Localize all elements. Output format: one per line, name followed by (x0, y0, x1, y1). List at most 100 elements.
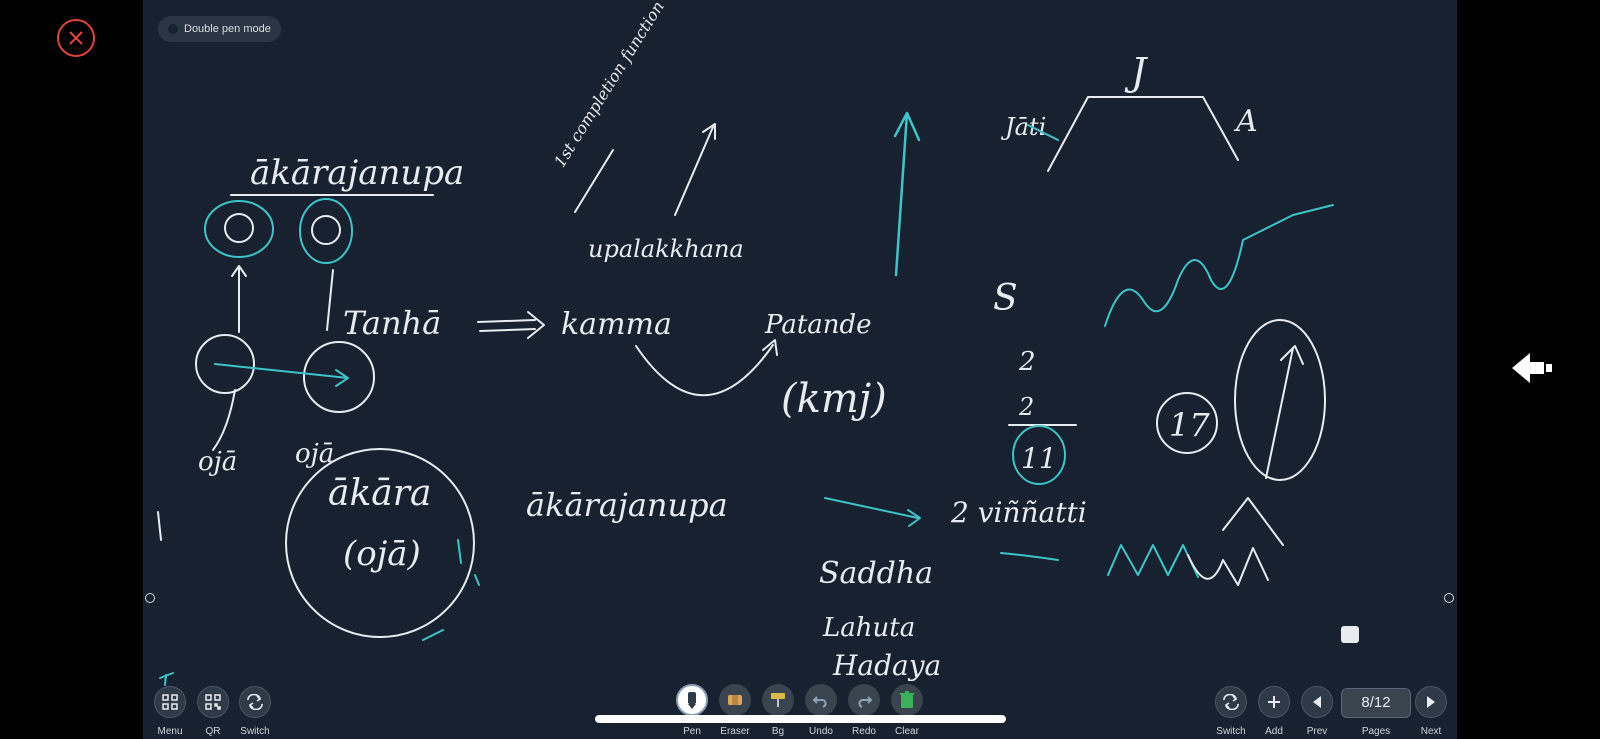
pen-icon (688, 692, 696, 709)
cyan-circle-left (204, 200, 274, 258)
redo-icon (858, 696, 873, 708)
note-kmj: (kmj) (781, 376, 887, 422)
qr-code-icon (205, 694, 221, 710)
arrow-up-right (326, 269, 334, 331)
note-akara: ākāra (328, 473, 431, 514)
bg-label: Bg (771, 726, 785, 737)
add-label: Add (1265, 726, 1283, 737)
next-triangle-icon (1427, 696, 1435, 708)
undo-tool[interactable] (805, 684, 837, 716)
pen-tool[interactable] (676, 684, 708, 716)
oval-arrow (1265, 345, 1304, 479)
cyan-zigzag (1107, 544, 1199, 578)
pages-label: Pages (1361, 726, 1391, 737)
cyan-circle-right (299, 198, 353, 264)
square-marker (1341, 626, 1359, 643)
switch-arrows-icon (247, 694, 263, 710)
cyan-mark-bottom (422, 629, 444, 641)
eraser-label: Eraser (720, 726, 750, 737)
note-a: A (1233, 104, 1258, 139)
background-roller-icon (771, 693, 785, 707)
note-jati: Jāti (1000, 113, 1046, 141)
cyan-squiggle (1000, 552, 1059, 561)
note-tanha: Tanhā (343, 304, 441, 342)
back-arrow-icon[interactable] (1510, 350, 1554, 386)
add-page-button[interactable] (1258, 686, 1290, 718)
note-oja-left: ojā (198, 447, 237, 477)
cyan-ticks (457, 539, 480, 586)
note-number-2: 2 (1018, 393, 1034, 421)
note-17: 17 (1169, 406, 1210, 444)
trapezoid (1047, 96, 1239, 172)
note-j: J (1124, 50, 1148, 94)
left-stroke (157, 511, 162, 541)
double-pen-label: Double pen mode (184, 23, 271, 35)
close-button[interactable] (57, 19, 95, 57)
circle-o-right (311, 215, 341, 245)
note-s: S (993, 278, 1018, 319)
pen-label: Pen (683, 726, 701, 737)
note-hadaya: Hadaya (832, 649, 941, 682)
circle-o-left (224, 213, 254, 243)
close-icon (69, 31, 83, 45)
switch-label-right: Switch (1216, 726, 1246, 737)
note-upalakkhana: upalakkhana (588, 235, 744, 263)
resize-handle-right[interactable] (1444, 593, 1454, 603)
page-indicator[interactable]: 8/12 (1341, 688, 1411, 718)
note-patande: Patande (764, 310, 872, 340)
menu-grid-icon (162, 694, 178, 710)
oval-large (1234, 319, 1326, 481)
note-akarajanupa-2: ākārajanupa (526, 486, 728, 524)
switch-button-left[interactable] (239, 686, 271, 718)
note-akarajanupa: ākārajanupa (250, 153, 464, 193)
double-arrow (477, 311, 545, 339)
note-number-11: 11 (1021, 442, 1057, 475)
clear-tool[interactable] (891, 684, 923, 716)
prev-label: Prev (1306, 726, 1328, 737)
next-page-button[interactable] (1415, 686, 1447, 718)
undo-icon (812, 696, 827, 708)
background-tool[interactable] (762, 684, 794, 716)
arrow-diagonal (674, 123, 716, 216)
undo-label: Undo (809, 726, 833, 737)
white-peak (1222, 497, 1284, 546)
prev-page-button[interactable] (1301, 686, 1333, 718)
stroke-left-tail (212, 389, 236, 451)
next-label: Next (1420, 726, 1442, 737)
arrow-up-left (231, 265, 247, 333)
note-saddha: Saddha (819, 556, 933, 591)
handwriting-layer: ākārajanupa Tanhā kamma Patande (kmj) oj… (157, 0, 1334, 686)
note-kamma: kamma (561, 307, 672, 342)
trash-icon (900, 691, 914, 708)
resize-handle-left[interactable] (145, 593, 155, 603)
cyan-arrow-saddha (824, 497, 921, 527)
switch-button-right[interactable] (1215, 686, 1247, 718)
eraser-tool[interactable] (719, 684, 751, 716)
menu-button[interactable] (154, 686, 186, 718)
whiteboard-canvas[interactable]: ākārajanupa Tanhā kamma Patande (kmj) oj… (143, 0, 1457, 739)
qr-button[interactable] (197, 686, 229, 718)
note-number-1: 2 (1018, 347, 1036, 377)
clear-label: Clear (895, 726, 919, 737)
qr-label: QR (205, 726, 221, 737)
circle-small-left (195, 334, 255, 394)
cyan-up-arrow (893, 111, 921, 277)
completion-diagonal (574, 149, 614, 213)
eraser-icon (728, 695, 742, 705)
note-vinnatti: 2 viññatti (950, 496, 1087, 529)
redo-tool[interactable] (848, 684, 880, 716)
cyan-wave (1104, 204, 1334, 327)
note-oja-paren: (ojā) (343, 534, 421, 574)
plus-icon (1268, 696, 1280, 708)
switch-arrows-icon (1223, 694, 1239, 710)
curve-arrow (635, 339, 778, 397)
prev-triangle-icon (1313, 696, 1321, 708)
note-completion: 1st completion function (550, 0, 668, 171)
toggle-dot-icon (168, 24, 178, 34)
double-pen-toggle[interactable]: Double pen mode (158, 16, 281, 42)
switch-label-left: Switch (240, 726, 270, 737)
home-indicator-bar[interactable] (595, 715, 1006, 723)
white-zigzag (1187, 547, 1269, 586)
note-lahuta: Lahuta (822, 613, 915, 643)
menu-label: Menu (157, 726, 183, 737)
